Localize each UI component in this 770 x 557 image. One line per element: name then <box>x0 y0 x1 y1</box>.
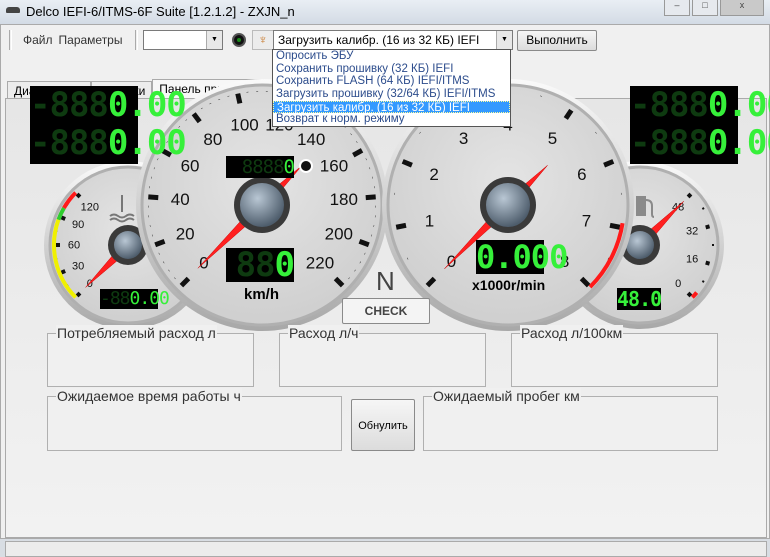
tick-mark <box>706 263 710 264</box>
command-dropdown-list[interactable]: Опросить ЭБУСохранить прошивку (32 КБ) I… <box>272 49 511 127</box>
right-lcd-bottom: -8880.00 <box>630 124 738 164</box>
group-rate-per-hour: Расход л/ч <box>279 333 486 387</box>
rpm-unit: x1000r/min <box>472 277 545 293</box>
tick-mark <box>706 226 710 227</box>
tick-mark <box>688 194 691 197</box>
tick-label: 120 <box>81 201 99 213</box>
tick-label: 220 <box>306 254 334 273</box>
dropdown-item[interactable]: Загрузить прошивку (32/64 КБ) IEFI/ITMS <box>273 88 510 101</box>
dropdown-item[interactable]: Сохранить прошивку (32 КБ) IEFI <box>273 63 510 76</box>
group-rate-per-100km: Расход л/100км <box>511 333 718 387</box>
left-lcd-top: -8880.00 <box>30 86 138 124</box>
tick-label: 5 <box>548 129 557 148</box>
tick-mark <box>702 281 704 282</box>
tick-label: 6 <box>577 165 586 184</box>
tick-label: 20 <box>176 224 195 243</box>
odometer-display: 88880 <box>226 156 294 178</box>
dropdown-item[interactable]: Опросить ЭБУ <box>273 50 510 63</box>
tick-mark <box>61 271 65 273</box>
tick-label: 90 <box>72 219 84 231</box>
tick-label: 80 <box>203 130 222 149</box>
tick-label: 0 <box>675 278 681 290</box>
speed-unit: km/h <box>244 286 279 303</box>
dropdown-item[interactable]: Загрузить калибр. (16 из 32 КБ) IEFI <box>273 101 510 114</box>
right-lcd-top: -8880.00 <box>630 86 738 124</box>
gear-indicator: N <box>376 266 395 297</box>
reset-button[interactable]: Обнулить <box>351 399 415 451</box>
hub-cap <box>486 183 530 227</box>
left-lcd-bottom: -8880.00 <box>30 124 138 164</box>
tick-label: 100 <box>230 116 258 135</box>
tick-mark <box>238 94 240 104</box>
tick-mark <box>610 225 620 227</box>
tick-mark <box>359 241 368 244</box>
warning-lamp-icon <box>300 160 312 172</box>
tick-label: 60 <box>68 240 80 252</box>
tick-label: 7 <box>582 211 591 230</box>
group-consumed: Потребляемый расход л <box>47 333 254 387</box>
hub-cap <box>240 183 284 227</box>
tick-mark <box>604 161 613 165</box>
dropdown-item[interactable]: Возврат к норм. режиму <box>273 113 510 126</box>
check-engine-button[interactable]: CHECK <box>342 298 430 324</box>
tick-mark <box>77 293 80 296</box>
fuel-pump-icon-part <box>636 196 646 216</box>
tick-label: 30 <box>72 260 84 272</box>
tick-mark <box>155 241 164 244</box>
tick-label: 160 <box>320 156 348 175</box>
tick-label: 2 <box>429 165 438 184</box>
tick-label: 140 <box>297 130 325 149</box>
tick-label: 1 <box>425 211 434 230</box>
status-bar <box>5 541 767 557</box>
tick-mark <box>403 161 412 165</box>
tick-label: 40 <box>171 190 190 209</box>
speed-display: 880 <box>226 248 294 282</box>
tick-mark <box>61 217 65 219</box>
tick-mark <box>148 197 158 198</box>
tick-label: 180 <box>330 190 358 209</box>
temp-display: -880.00 <box>100 289 158 309</box>
tick-label: 200 <box>325 224 353 243</box>
tick-label: 16 <box>686 254 698 266</box>
fuel-display: 48.0 <box>617 288 661 310</box>
group-expected-time: Ожидаемое время работы ч <box>47 396 342 451</box>
hub-cap <box>114 231 142 259</box>
tick-mark <box>702 208 704 209</box>
dropdown-item[interactable]: Сохранить FLASH (64 КБ) IEFI/ITMS <box>273 75 510 88</box>
tick-label: 3 <box>459 129 468 148</box>
tick-mark <box>396 225 406 227</box>
tick-mark <box>688 293 691 296</box>
group-expected-range: Ожидаемый пробег км <box>423 396 718 451</box>
tick-label: 32 <box>686 226 698 238</box>
tick-label: 0 <box>199 254 208 273</box>
rpm-display: 0.000 <box>476 240 544 274</box>
tick-mark <box>77 194 80 197</box>
tick-mark <box>366 197 376 198</box>
